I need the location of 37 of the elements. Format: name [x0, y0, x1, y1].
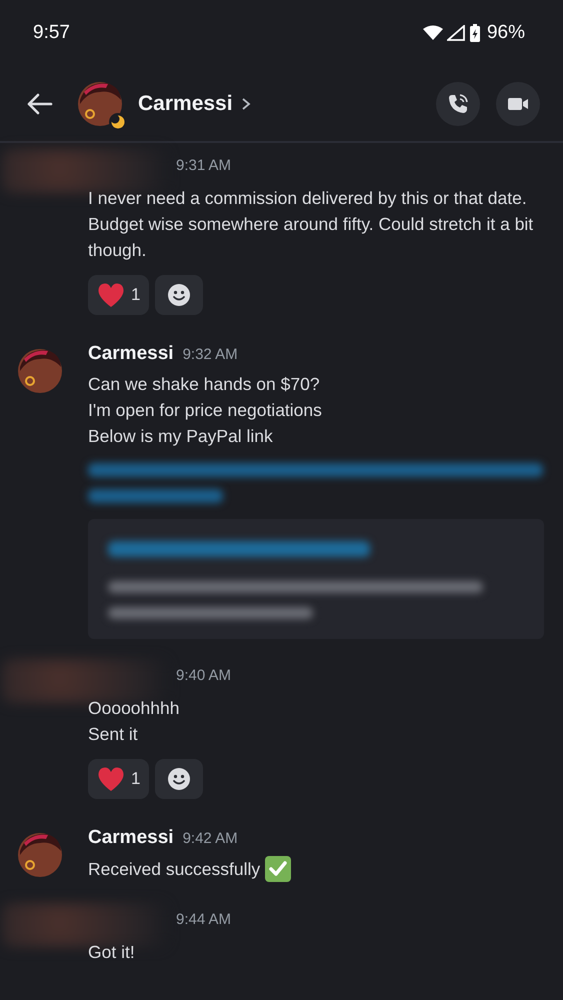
battery-icon — [468, 23, 481, 43]
timestamp: 9:31 AM — [176, 157, 232, 174]
timestamp: 9:44 AM — [176, 911, 232, 928]
smiley-icon — [167, 767, 192, 791]
smiley-icon — [167, 283, 192, 307]
wifi-icon — [422, 25, 443, 41]
back-arrow-icon — [25, 92, 53, 116]
timestamp: 9:32 AM — [182, 346, 238, 363]
chevron-right-icon — [240, 96, 251, 110]
call-button[interactable] — [436, 82, 480, 126]
heart-icon — [97, 282, 125, 308]
author-name[interactable]: Carmessi — [88, 343, 174, 365]
timestamp: 9:42 AM — [182, 830, 238, 847]
battery-level: 96% — [486, 22, 525, 44]
clock-time: 9:57 — [33, 22, 70, 44]
phone-icon — [446, 92, 470, 116]
message-text: Ooooohhhh — [88, 697, 180, 720]
timestamp: 9:40 AM — [176, 667, 232, 684]
message-text: Sent it — [88, 723, 139, 746]
user-avatar — [76, 80, 124, 128]
message-text: Received successfully — [88, 858, 260, 881]
reaction-button[interactable]: 1 — [88, 275, 150, 315]
signal-icon — [446, 25, 465, 41]
message-text: Can we shake hands on $70? — [88, 373, 321, 396]
message-text: Below is my PayPal link — [88, 425, 274, 448]
add-reaction-button[interactable] — [155, 759, 204, 799]
message-text: I never need a commission delivered by this or that date. Budget wise somewhere around fifty. Could stretch it a bit though. — [88, 187, 534, 262]
video-call-button[interactable] — [496, 82, 540, 126]
author-name[interactable]: Carmessi — [88, 827, 174, 849]
reaction-button[interactable]: 1 — [88, 759, 150, 799]
add-reaction-button[interactable] — [155, 275, 204, 315]
channel-title[interactable]: Carmessi — [138, 92, 251, 116]
user-avatar — [16, 831, 64, 879]
user-avatar — [16, 347, 64, 395]
message-text: Got it! — [88, 941, 136, 964]
heart-icon — [97, 766, 125, 792]
message-text: I'm open for price negotiations — [88, 399, 323, 422]
